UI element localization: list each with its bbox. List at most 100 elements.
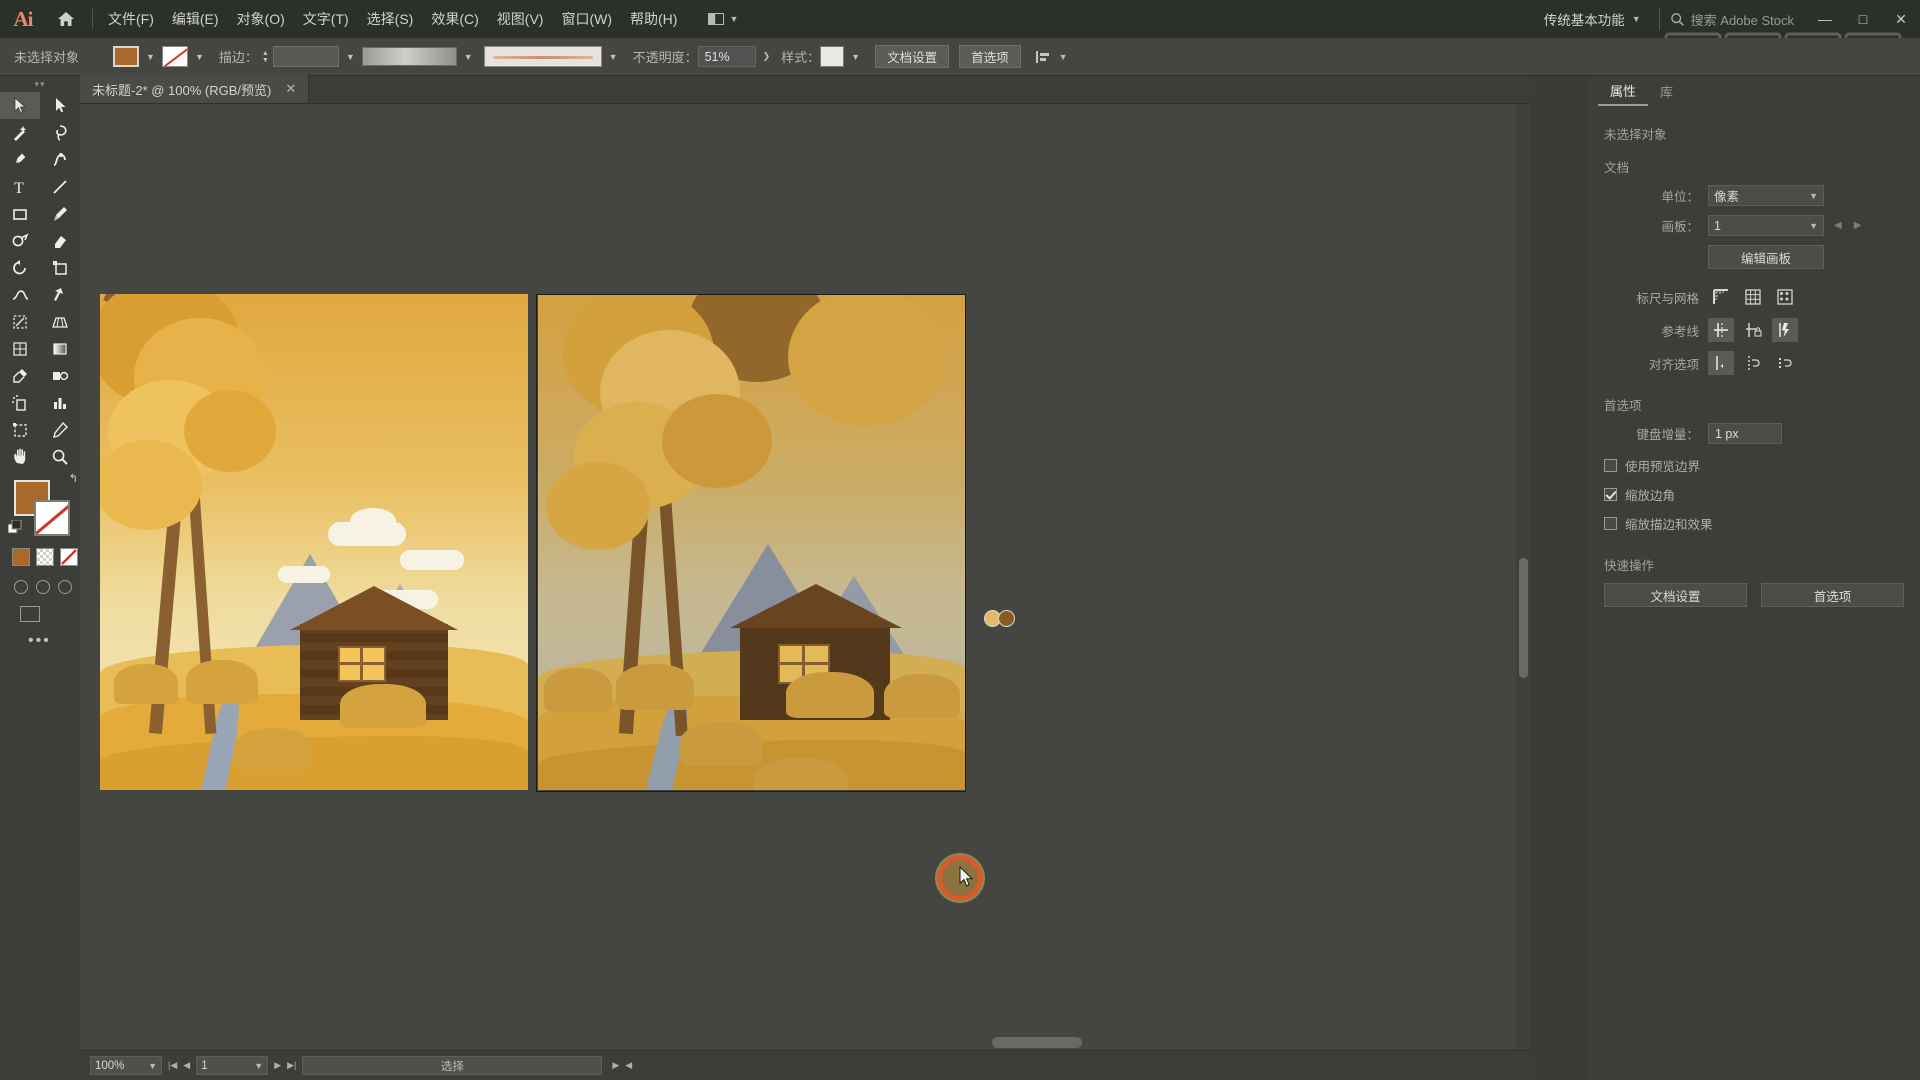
lasso-tool[interactable] [40,119,80,146]
shape-builder-tool[interactable] [0,308,40,335]
lock-guides-icon[interactable] [1740,318,1766,342]
edit-toolbar-icon[interactable]: ••• [28,632,80,650]
line-segment-tool[interactable] [40,173,80,200]
artboard-left[interactable] [100,294,528,790]
eyedropper-tool[interactable] [0,362,40,389]
status-expand-icon[interactable]: ▶ [612,1060,619,1071]
eraser-tool[interactable] [40,227,80,254]
menu-item-window[interactable]: 窗口(W) [552,0,621,38]
artboard-nav-first[interactable]: |◀ [168,1060,177,1071]
close-button[interactable]: ✕ [1882,0,1920,38]
scale-strokes-effects-checkbox[interactable]: 缩放描边和效果 [1604,514,1904,533]
show-guides-icon[interactable] [1708,318,1734,342]
grid-icon[interactable] [1740,285,1766,309]
snap-to-grid-icon[interactable] [1740,351,1766,375]
document-setup-button[interactable]: 文档设置 [875,45,949,68]
default-fill-stroke-icon[interactable] [8,520,23,540]
align-dropdown[interactable]: ▼ [1035,49,1068,65]
menu-item-type[interactable]: 文字(T) [294,0,358,38]
workspace-switcher[interactable]: 传统基本功能 ▼ [1536,9,1649,29]
swap-fill-stroke-icon[interactable]: ↰ [69,472,78,485]
artboard-tool[interactable] [0,416,40,443]
menu-item-view[interactable]: 视图(V) [488,0,553,38]
transparency-grid-icon[interactable] [1772,285,1798,309]
stroke-weight-dropdown-icon[interactable]: ▼ [339,52,362,62]
preferences-button[interactable]: 首选项 [959,45,1021,68]
draw-normal-button[interactable] [14,580,28,594]
opacity-expand-icon[interactable]: ❯ [756,51,778,62]
scale-corners-checkbox[interactable]: 缩放边角 [1604,485,1904,504]
stroke-profile-dropdown-icon[interactable]: ▼ [457,52,480,62]
canvas-viewport[interactable] [80,104,1516,1050]
minimize-button[interactable]: — [1806,0,1844,38]
home-icon[interactable] [46,0,86,38]
gradient-end-stop-icon[interactable] [998,610,1015,627]
blend-tool[interactable] [40,362,80,389]
checkbox-icon[interactable] [1604,517,1617,530]
magic-wand-tool[interactable] [0,119,40,146]
horizontal-scroll-thumb[interactable] [992,1037,1082,1048]
ruler-icon[interactable] [1708,285,1734,309]
rectangle-tool[interactable] [0,200,40,227]
type-tool[interactable]: T [0,173,40,200]
perspective-grid-tool[interactable] [40,308,80,335]
tools-panel-grip[interactable]: ▾▾ [0,76,80,92]
brush-dropdown-icon[interactable]: ▼ [602,52,625,62]
style-dropdown-icon[interactable]: ▼ [844,52,867,62]
keyboard-increment-field[interactable]: 1 px [1708,423,1782,444]
slice-tool[interactable] [40,416,80,443]
symbol-sprayer-tool[interactable] [0,389,40,416]
status-collapse-icon[interactable]: ◀ [625,1060,632,1071]
fill-color-swatch[interactable] [113,46,139,67]
scale-tool[interactable] [40,254,80,281]
brush-definition-preview[interactable] [484,46,602,67]
toolbar-stroke-swatch[interactable] [34,500,70,536]
stroke-profile-preview[interactable] [362,47,457,66]
gradient-stop-annotation[interactable] [984,610,1015,627]
tab-libraries[interactable]: 库 [1648,76,1685,106]
menu-item-object[interactable]: 对象(O) [228,0,294,38]
artboard-nav-next[interactable]: ▶ [274,1060,281,1071]
menu-item-help[interactable]: 帮助(H) [621,0,686,38]
opacity-value[interactable]: 51% [698,46,756,67]
maximize-button[interactable]: □ [1844,0,1882,38]
fill-dropdown-icon[interactable]: ▼ [139,52,162,62]
vertical-scrollbar[interactable] [1516,104,1530,1050]
artboard-next-icon[interactable]: ▶ [1854,220,1862,231]
stroke-weight-stepper[interactable]: ▲▼ [258,50,273,64]
horizontal-scrollbar[interactable] [380,1037,1514,1048]
smart-guides-icon[interactable] [1772,318,1798,342]
stroke-dropdown-icon[interactable]: ▼ [188,52,211,62]
document-tab[interactable]: 未标题-2* @ 100% (RGB/预览) ✕ [80,75,309,103]
shaper-tool[interactable] [0,227,40,254]
gradient-tool[interactable] [40,335,80,362]
width-tool[interactable] [0,281,40,308]
mesh-tool[interactable] [0,335,40,362]
color-fill-button[interactable] [12,548,30,566]
none-fill-button[interactable] [60,548,78,566]
checkbox-icon[interactable] [1604,459,1617,472]
draw-behind-button[interactable] [36,580,50,594]
menu-item-effect[interactable]: 效果(C) [422,0,487,38]
artboard-select[interactable]: 1 ▼ [1708,215,1824,236]
selection-tool[interactable] [0,92,40,119]
hand-tool[interactable] [0,443,40,470]
tab-properties[interactable]: 属性 [1598,76,1648,106]
direct-selection-tool[interactable] [40,92,80,119]
graphic-style-swatch[interactable] [820,46,844,67]
quick-preferences-button[interactable]: 首选项 [1761,583,1904,607]
checkbox-icon[interactable] [1604,488,1617,501]
menu-item-select[interactable]: 选择(S) [358,0,423,38]
unit-select[interactable]: 像素 ▼ [1708,185,1824,206]
stroke-color-swatch[interactable] [162,46,188,67]
zoom-tool[interactable] [40,443,80,470]
close-icon[interactable]: ✕ [285,81,296,97]
screen-mode-icon[interactable] [20,606,40,622]
edit-artboards-button[interactable]: 编辑画板 [1708,245,1824,269]
vertical-scroll-thumb[interactable] [1519,558,1528,678]
use-preview-bounds-checkbox[interactable]: 使用预览边界 [1604,456,1904,475]
artboard-nav-last[interactable]: ▶| [287,1060,296,1071]
artboard-nav-prev[interactable]: ◀ [183,1060,190,1071]
free-transform-tool[interactable] [40,281,80,308]
status-text[interactable]: 选择 [302,1056,602,1075]
